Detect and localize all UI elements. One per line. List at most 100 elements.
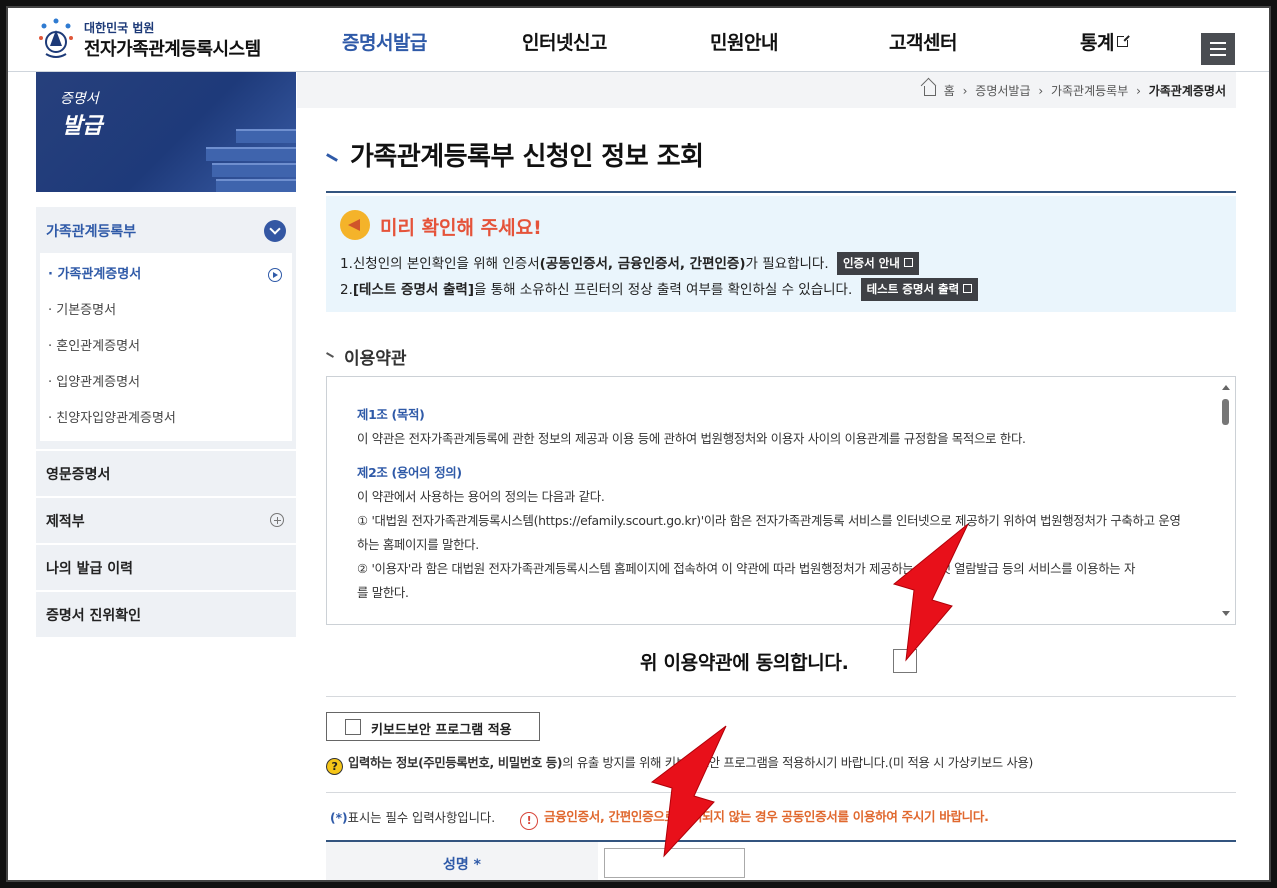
name-label: 성명 * [326,842,598,888]
required-note-text: 표시는 필수 입력사항입니다. [347,811,496,825]
external-link-icon [903,258,913,267]
terms-scroll-box[interactable]: 제1조 (목적) 이 약관은 전자가족관계등록에 관한 정보의 제공과 이용 등… [326,376,1236,625]
keyboard-security-toggle[interactable]: 키보드보안 프로그램 적용 [326,712,540,741]
title-divider [326,191,1236,193]
cert-guide-button-label: 인증서 안내 [842,256,900,270]
side-nav-item-label: 나의 발급 이력 [46,561,134,577]
notice-text: 1.신청인의 본인확인을 위해 인증서 [340,256,540,272]
side-nav-item-removal-register[interactable]: 제적부 [36,497,296,543]
side-nav-submenu: · 가족관계증명서 · 기본증명서 · 혼인관계증명서 · 입양관계증명서 · … [36,253,296,449]
breadcrumb-family-register[interactable]: 가족관계등록부 [1051,84,1128,98]
nav-statistics[interactable]: 통계 [1080,28,1130,55]
form-row-name: 성명 * [326,840,1236,888]
menu-bar-icon [1210,48,1226,50]
plus-circle-icon [270,513,284,527]
article-1-text: 이 약관은 전자가족관계등록에 관한 정보의 제공과 이용 등에 관하여 법원행… [357,431,1026,446]
side-nav-item-label: 입양관계증명서 [56,375,140,390]
breadcrumb-home[interactable]: 홈 [944,84,955,98]
divider [326,792,1236,793]
help-text: 의 유출 방지를 위해 키보드보안 프로그램을 적용하시기 바랍니다.(미 적용… [562,756,1033,770]
menu-bar-icon [1210,42,1226,44]
keyboard-security-checkbox[interactable] [345,719,361,735]
megaphone-icon [340,210,370,240]
side-nav-item-basic-cert[interactable]: · 기본증명서 [40,293,292,329]
breadcrumb: 홈 › 증명서발급 › 가족관계등록부 › 가족관계증명서 [920,82,1226,99]
notice-text: 가 필요합니다. [745,256,829,272]
books-illustration [206,127,296,192]
terms-section-title: 이용약관 [326,344,407,369]
scroll-thumb[interactable] [1222,399,1229,425]
notice-line-2: 2.[테스트 증명서 출력]을 통해 소유하신 프린터의 정상 출력 여부를 확… [340,278,979,301]
logo-subtitle: 대한민국 법원 [84,21,155,35]
chevron-down-icon [264,220,286,242]
notice-text: 을 통해 소유하신 프린터의 정상 출력 여부를 확인하실 수 있습니다. [474,282,853,298]
banner-text-line2: 발급 [62,114,103,139]
court-emblem-icon [39,18,73,58]
side-nav-group-label: 가족관계등록부 [46,224,137,240]
exclamation-icon: ! [520,812,538,830]
side-nav-group-family-register[interactable]: 가족관계등록부 [36,207,296,253]
breadcrumb-current: 가족관계증명서 [1148,84,1226,98]
section-banner: 증명서 발급 [36,72,296,192]
side-nav-item-full-adoption-cert[interactable]: · 친양자입양관계증명서 [40,401,292,437]
nav-certificate-issue[interactable]: 증명서발급 [342,28,427,55]
cert-guide-button[interactable]: 인증서 안내 [836,252,919,275]
scroll-down-arrow-icon[interactable] [1222,611,1230,616]
article-2-item-2-cont: 를 말한다. [357,585,409,600]
side-nav-item-english-cert[interactable]: 영문증명서 [36,450,296,496]
agree-terms-checkbox[interactable] [893,649,917,673]
article-2-item-1: ① '대법원 전자가족관계등록시스템(https://efamily.scour… [357,513,1181,528]
breadcrumb-separator: › [1136,84,1141,98]
article-2-item-2: ② '이용자'라 함은 대법원 전자가족관계등록시스템 홈페이지에 접속하여 이… [357,561,1136,576]
help-text-bold-paren: (주민등록번호, 비밀번호 등) [418,756,563,770]
scroll-up-arrow-icon[interactable] [1222,385,1230,390]
notice-box: 미리 확인해 주세요! 1.신청인의 본인확인을 위해 인증서(공동인증서, 금… [326,196,1236,312]
breadcrumb-bar: 홈 › 증명서발급 › 가족관계등록부 › 가족관계증명서 [297,72,1236,108]
site-logo[interactable]: 대한민국 법원 전자가족관계등록시스템 [36,16,266,62]
side-nav-item-authenticity-check[interactable]: 증명서 진위확인 [36,591,296,637]
side-nav-item-label: 혼인관계증명서 [56,339,140,354]
terms-scrollbar[interactable] [1217,377,1235,624]
side-nav-item-label: 기본증명서 [56,303,117,318]
article-2-text: 이 약관에서 사용하는 용어의 정의는 다음과 같다. [357,489,605,504]
article-2-title: 제2조 (용어의 정의) [357,465,462,480]
nav-customer-center[interactable]: 고객센터 [889,28,957,55]
required-star-icon: * [473,857,481,873]
nav-civil-guide[interactable]: 민원안내 [710,28,778,55]
logo-title: 전자가족관계등록시스템 [84,39,261,60]
breadcrumb-separator: › [1038,84,1044,98]
hamburger-menu-button[interactable] [1201,33,1235,65]
page-title-text: 가족관계등록부 신청인 정보 조회 [350,142,704,172]
side-nav-item-marriage-cert[interactable]: · 혼인관계증명서 [40,329,292,365]
notice-text-bold: (공동인증서, 금융인증서, 간편인증) [539,256,746,272]
test-print-button-label: 테스트 증명서 출력 [866,282,960,296]
breadcrumb-cert-issue[interactable]: 증명서발급 [975,84,1030,98]
notice-line-1: 1.신청인의 본인확인을 위해 인증서(공동인증서, 금융인증서, 간편인증)가… [340,252,919,275]
test-print-button[interactable]: 테스트 증명서 출력 [860,278,979,301]
side-nav: 가족관계등록부 · 가족관계증명서 · 기본증명서 · 혼인관계증명서 · 입양… [36,207,296,637]
cert-warning: ! 금융인증서, 간편인증으로 처리되지 않는 경우 공동인증서를 이용하여 주시… [520,806,989,830]
required-note: (*)표시는 필수 입력사항입니다. [330,808,495,826]
side-nav-item-adoption-cert[interactable]: · 입양관계증명서 [40,365,292,401]
help-text-bold: 입력하는 정보 [348,756,419,770]
nav-internet-report[interactable]: 인터넷신고 [522,28,607,55]
name-label-text: 성명 [443,857,469,873]
title-accent-icon [326,153,338,162]
main-nav: 증명서발급 인터넷신고 민원안내 고객센터 통계 [306,6,1166,72]
side-nav-item-label: 영문증명서 [46,467,111,483]
side-nav-item-family-relation-cert[interactable]: · 가족관계증명서 [40,257,292,293]
article-1-title: 제1조 (목적) [357,407,425,422]
divider [326,696,1236,697]
side-nav-item-label: 증명서 진위확인 [46,608,142,624]
cert-warning-text: 금융인증서, 간편인증으로 처리되지 않는 경우 공동인증서를 이용하여 주시기… [544,809,989,824]
play-circle-icon [268,268,282,282]
name-input[interactable] [604,848,745,878]
question-icon: ? [326,758,343,775]
keyboard-security-label: 키보드보안 프로그램 적용 [371,723,512,738]
side-nav-item-my-history[interactable]: 나의 발급 이력 [36,544,296,590]
terms-content: 제1조 (목적) 이 약관은 전자가족관계등록에 관한 정보의 제공과 이용 등… [357,403,1207,605]
notice-title: 미리 확인해 주세요! [380,217,542,239]
section-accent-icon [326,352,334,358]
required-mark: (*) [330,811,348,825]
notice-text: 2. [340,282,353,298]
